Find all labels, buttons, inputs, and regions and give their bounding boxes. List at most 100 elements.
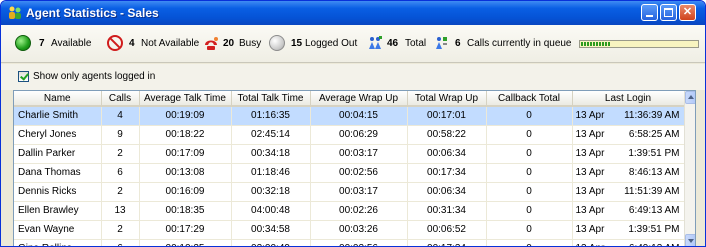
cell-total-wrap-up: 00:17:34 [407, 239, 487, 246]
column-header-callback-total[interactable]: Callback Total [486, 91, 573, 107]
queue-icon [436, 37, 447, 49]
last-login-date: 13 Apr [573, 243, 605, 246]
last-login-date: 13 Apr [575, 224, 605, 235]
column-header-total-talk-time[interactable]: Total Talk Time [231, 91, 311, 107]
cell-total-wrap-up: 00:06:34 [407, 144, 487, 164]
table-row[interactable]: Ellen Brawley 13 00:18:35 04:00:48 00:02:26 0… [14, 201, 685, 221]
last-login-date: 13 Apr [575, 148, 605, 159]
table-row[interactable]: Dallin Parker 2 00:17:09 00:34:18 00:03:17 00… [14, 144, 685, 164]
cell-calls: 9 [101, 125, 140, 145]
cell-total-wrap-up: 00:17:01 [407, 106, 487, 126]
column-header-average-talk-time[interactable]: Average Talk Time [139, 91, 232, 107]
column-header-average-wrap-up[interactable]: Average Wrap Up [310, 91, 408, 107]
cell-total-talk-time: 01:18:46 [231, 163, 311, 183]
scroll-up-button[interactable] [685, 91, 695, 104]
cell-callback-total: 0 [486, 220, 573, 240]
scroll-down-button[interactable] [685, 234, 695, 246]
column-header-total-wrap-up[interactable]: Total Wrap Up [407, 91, 487, 107]
show-logged-in-checkbox[interactable] [18, 71, 29, 82]
cell-name: Dana Thomas [14, 163, 102, 183]
cell-total-wrap-up: 00:06:52 [407, 220, 487, 240]
cell-total-talk-time: 02:00:49 [231, 239, 311, 246]
cell-name: Ellen Brawley [14, 201, 102, 221]
available-label: Available [51, 38, 92, 49]
table-row[interactable]: Charlie Smith 4 00:19:09 01:16:35 00:04:15 00… [14, 106, 685, 126]
agent-statistics-window: Agent Statistics - Sales ✕ 7 Available 4… [0, 0, 706, 247]
maximize-button[interactable] [660, 4, 677, 21]
column-header-last-login[interactable]: Last Login [572, 91, 685, 107]
not-available-count: 4 [129, 38, 135, 49]
cell-average-talk-time: 00:13:08 [139, 163, 232, 183]
cell-average-wrap-up: 00:03:17 [310, 144, 408, 164]
close-icon: ✕ [682, 6, 693, 18]
last-login-time: 1:39:51 PM [628, 148, 680, 159]
cell-last-login: 13 Apr 6:49:13 AM [572, 201, 685, 221]
cell-average-talk-time: 00:17:29 [139, 220, 232, 240]
busy-label: Busy [239, 38, 262, 49]
cell-callback-total: 0 [486, 125, 573, 145]
column-header-calls[interactable]: Calls [101, 91, 140, 107]
last-login-date: 13 Apr [575, 186, 605, 197]
last-login-date: 13 Apr [575, 167, 605, 178]
table-row[interactable]: Evan Wayne 2 00:17:29 00:34:58 00:03:26 00:06… [14, 220, 685, 240]
cell-name: Cheryl Jones [14, 125, 102, 145]
last-login-time: 6:49:13 AM [629, 243, 683, 246]
cell-calls: 2 [101, 220, 140, 240]
cell-total-wrap-up: 00:58:22 [407, 125, 487, 145]
cell-calls: 4 [101, 106, 140, 126]
column-header-name[interactable]: Name [14, 91, 102, 107]
cell-callback-total: 0 [486, 163, 573, 183]
queue-meter-fill [581, 42, 610, 46]
cell-total-talk-time: 00:32:18 [231, 182, 311, 202]
last-login-time: 6:58:25 AM [628, 129, 680, 140]
cell-name: Charlie Smith [14, 106, 102, 126]
agents-icon [369, 36, 382, 49]
cell-average-wrap-up: 00:03:26 [310, 220, 408, 240]
last-login-time: 8:46:13 AM [628, 167, 680, 178]
minimize-button[interactable] [641, 4, 658, 21]
cell-name: Dennis Ricks [14, 182, 102, 202]
vertical-scrollbar[interactable] [684, 91, 695, 246]
cell-callback-total: 0 [486, 182, 573, 202]
cell-total-wrap-up: 00:31:34 [407, 201, 487, 221]
cell-average-wrap-up: 00:02:26 [310, 201, 408, 221]
last-login-time: 1:39:51 PM [628, 224, 680, 235]
cell-last-login: 13 Apr 11:36:39 AM [572, 106, 685, 126]
cell-average-wrap-up: 00:06:29 [310, 125, 408, 145]
cell-average-talk-time: 00:16:09 [139, 182, 232, 202]
chevron-down-icon [688, 239, 694, 243]
last-login-time: 6:49:13 AM [628, 205, 680, 216]
agent-stats-table: Name Calls Average Talk Time Total Talk … [14, 91, 685, 246]
cell-callback-total: 0 [486, 201, 573, 221]
cell-last-login: 13 Apr 6:58:25 AM [572, 125, 685, 145]
table-row[interactable]: Dennis Ricks 2 00:16:09 00:32:18 00:03:17 00:… [14, 182, 685, 202]
cell-calls: 2 [101, 182, 140, 202]
no-entry-icon [107, 35, 123, 51]
cell-name: Dallin Parker [14, 144, 102, 164]
logged-out-count: 15 [291, 38, 303, 49]
table-row[interactable]: Cheryl Jones 9 00:18:22 02:45:14 00:06:29 00:… [14, 125, 685, 145]
cell-callback-total: 0 [486, 106, 573, 126]
cell-average-talk-time: 00:10:25 [139, 239, 232, 246]
cell-average-wrap-up: 00:02:56 [310, 163, 408, 183]
cell-last-login: 13 Apr 8:46:13 AM [572, 163, 685, 183]
table-row[interactable]: Dana Thomas 6 00:13:08 01:18:46 00:02:56 00:1… [14, 163, 685, 183]
show-logged-in-label[interactable]: Show only agents logged in [33, 71, 155, 82]
logged-out-label: Logged Out [305, 38, 358, 49]
last-login-date: 13 Apr [575, 110, 605, 122]
cell-last-login: 13 Apr 6:49:13 AM [572, 239, 685, 246]
last-login-date: 13 Apr [575, 205, 605, 216]
cell-total-talk-time: 00:34:58 [231, 220, 311, 240]
table-row[interactable]: Gina Rollins600:10:2502:00:4900:02:5600:… [14, 239, 685, 246]
maximize-icon [664, 8, 673, 17]
close-button[interactable]: ✕ [679, 4, 696, 21]
title-bar[interactable]: Agent Statistics - Sales ✕ [1, 1, 705, 25]
cell-average-talk-time: 00:18:22 [139, 125, 232, 145]
cell-total-talk-time: 01:16:35 [231, 106, 311, 126]
phone-busy-icon [205, 37, 218, 50]
available-count: 7 [39, 38, 45, 49]
cell-calls: 13 [101, 201, 140, 221]
cell-calls: 6 [101, 163, 140, 183]
cell-callback-total: 0 [486, 144, 573, 164]
cell-total-wrap-up: 00:17:34 [407, 163, 487, 183]
